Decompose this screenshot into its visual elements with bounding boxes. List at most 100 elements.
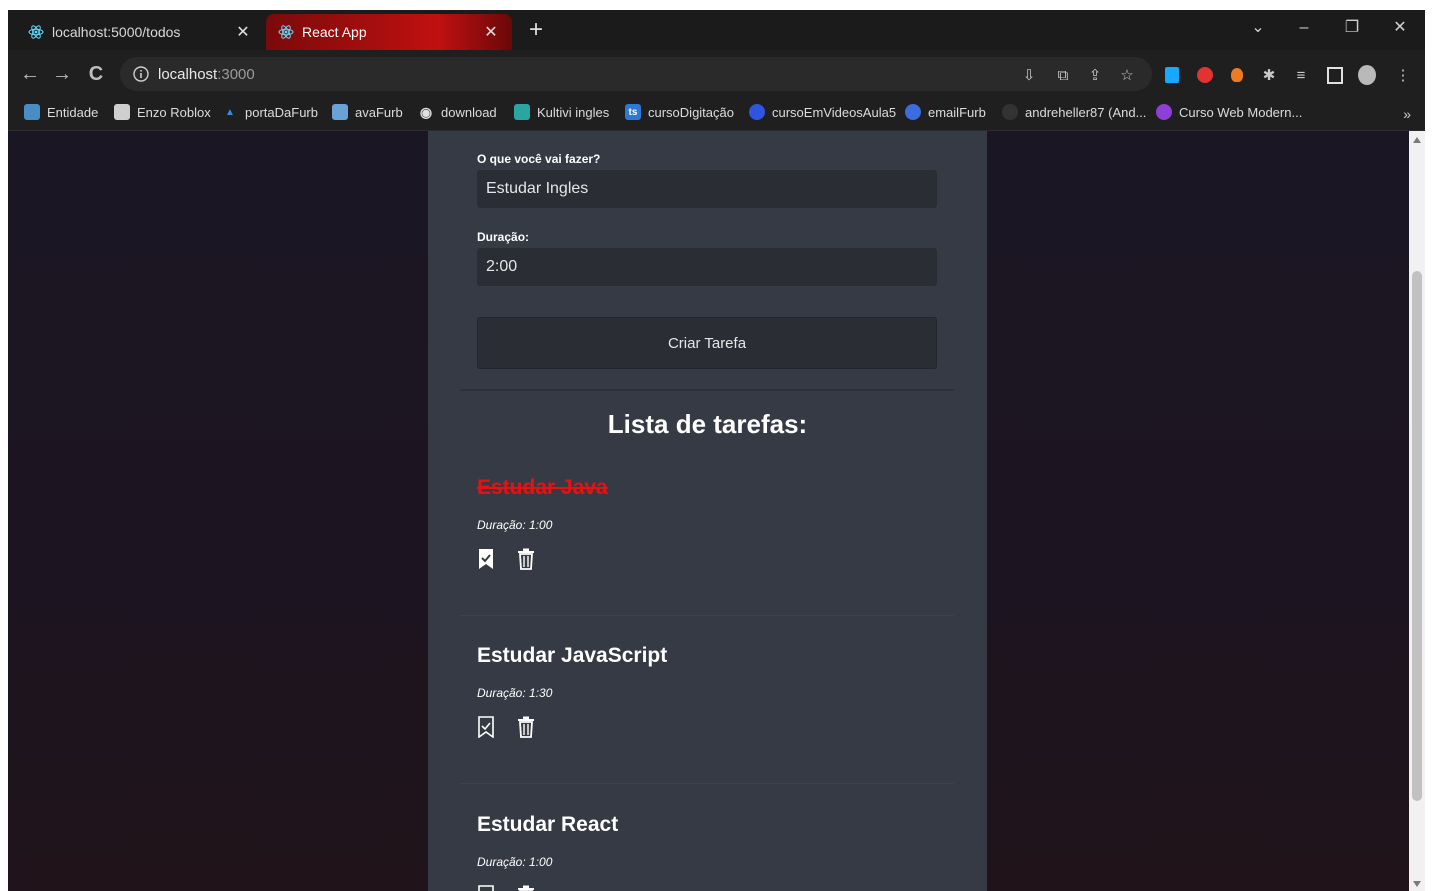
email-icon xyxy=(905,104,921,120)
bookmark-kultivi[interactable]: Kultivi ingles xyxy=(514,104,609,120)
todo-title: Estudar React xyxy=(477,813,619,836)
todo-app-panel: O que você vai fazer? Duração: Criar Tar… xyxy=(428,131,987,891)
browser-window: localhost:5000/todos ✕ React App ✕ + ⌄ –… xyxy=(8,10,1425,891)
todo-actions xyxy=(477,716,947,740)
tab-strip: localhost:5000/todos ✕ React App ✕ + ⌄ –… xyxy=(8,10,1425,50)
todo-actions xyxy=(477,548,947,572)
todo-duration: Duração: 1:30 xyxy=(477,686,553,700)
extension-doc-icon[interactable] xyxy=(1163,66,1181,84)
vertical-scrollbar[interactable] xyxy=(1409,131,1425,891)
star-icon[interactable]: ☆ xyxy=(1118,66,1136,84)
more-bookmarks-button[interactable]: » xyxy=(1403,106,1411,122)
bookmark-icon xyxy=(24,104,40,120)
tab-title: React App xyxy=(302,24,367,40)
share-icon[interactable]: ⇪ xyxy=(1086,66,1104,84)
title-input[interactable] xyxy=(477,170,937,208)
site-info-icon[interactable] xyxy=(132,65,150,83)
close-icon[interactable]: ✕ xyxy=(234,22,252,42)
bookmark-curso-web[interactable]: Curso Web Modern... xyxy=(1156,104,1302,120)
bookmark-cursodigitacao[interactable]: ts cursoDigitação xyxy=(625,104,734,120)
bookmark-label: avaFurb xyxy=(355,104,403,120)
github-icon xyxy=(1002,104,1018,120)
item-separator xyxy=(460,783,954,784)
list-item: Estudar JavaScript Duração: 1:30 xyxy=(477,644,947,740)
bookmark-label: Entidade xyxy=(47,104,99,120)
menu-icon[interactable]: ⋮ xyxy=(1394,66,1412,84)
bookmark-check-filled-icon[interactable] xyxy=(477,548,499,572)
bookmark-label: andreheller87 (And... xyxy=(1025,104,1147,120)
scrollbar-thumb[interactable] xyxy=(1412,271,1422,801)
title-field-label: O que você vai fazer? xyxy=(477,152,601,166)
roblox-icon xyxy=(114,104,130,120)
ts-icon: ts xyxy=(625,104,641,120)
bookmark-check-icon[interactable] xyxy=(477,716,499,740)
tab-search-icon[interactable]: ⌄ xyxy=(1238,16,1278,40)
react-icon xyxy=(278,24,294,40)
bookmark-label: Kultivi ingles xyxy=(537,104,610,120)
react-icon xyxy=(28,24,44,40)
bookmark-label: cursoDigitação xyxy=(648,104,734,120)
restore-button[interactable]: ❐ xyxy=(1332,16,1372,40)
course-icon xyxy=(1156,104,1172,120)
scroll-down-arrow-icon[interactable] xyxy=(1413,881,1421,887)
todo-actions xyxy=(477,885,947,891)
tab-localhost-5000[interactable]: localhost:5000/todos ✕ xyxy=(16,14,264,50)
translate-icon[interactable]: ⧉ xyxy=(1054,66,1072,84)
list-heading: Lista de tarefas: xyxy=(607,409,808,439)
bookmark-label: portaDaFurb xyxy=(245,104,318,120)
bookmark-check-icon[interactable] xyxy=(477,885,499,891)
item-separator xyxy=(460,615,954,616)
profile-avatar[interactable] xyxy=(1358,65,1376,85)
ava-icon xyxy=(332,104,348,120)
reload-icon[interactable]: C xyxy=(84,62,108,86)
bookmark-enzo-roblox[interactable]: Enzo Roblox xyxy=(114,104,211,120)
back-icon[interactable]: ← xyxy=(18,62,42,86)
bookmark-label: emailFurb xyxy=(928,104,986,120)
tab-react-app[interactable]: React App ✕ xyxy=(266,14,512,50)
install-icon[interactable]: ⇩ xyxy=(1020,66,1038,84)
duration-input[interactable] xyxy=(477,248,937,286)
trash-icon[interactable] xyxy=(517,716,539,740)
bookmark-label: download xyxy=(441,104,497,120)
forward-icon[interactable]: → xyxy=(50,62,74,86)
browser-toolbar: ← → C localhost:3000 ⇩ ⧉ ⇪ ☆ ✱ ≡ ⋮ xyxy=(8,50,1425,98)
trash-icon[interactable] xyxy=(517,885,539,891)
furb-icon: ▲ xyxy=(225,106,235,118)
duration-field-label: Duração: xyxy=(477,230,530,244)
close-window-button[interactable]: ✕ xyxy=(1380,16,1420,40)
address-bar[interactable]: localhost:3000 xyxy=(120,57,1152,91)
globe-icon: ◉ xyxy=(419,103,433,120)
list-item: Estudar React Duração: 1:00 xyxy=(477,813,947,891)
todo-title: Estudar Java xyxy=(477,476,608,499)
divider xyxy=(460,389,954,391)
bookmark-portadafurb[interactable]: ▲ portaDaFurb xyxy=(222,104,318,120)
tab-title: localhost:5000/todos xyxy=(52,24,181,40)
close-icon[interactable]: ✕ xyxy=(482,22,500,42)
todo-duration: Duração: 1:00 xyxy=(477,855,553,869)
reading-list-icon[interactable]: ≡ xyxy=(1292,66,1310,84)
extensions-puzzle-icon[interactable]: ✱ xyxy=(1260,66,1278,84)
url-port: :3000 xyxy=(217,65,255,83)
trash-icon[interactable] xyxy=(517,548,539,572)
video-icon xyxy=(749,104,765,120)
bookmark-download[interactable]: ◉ download xyxy=(418,104,497,120)
new-tab-button[interactable]: + xyxy=(522,16,550,44)
scroll-up-arrow-icon[interactable] xyxy=(1413,137,1421,143)
bookmark-emailfurb[interactable]: emailFurb xyxy=(905,104,986,120)
bookmark-label: Enzo Roblox xyxy=(137,104,211,120)
bookmarks-bar: Entidade Enzo Roblox ▲ portaDaFurb avaFur… xyxy=(8,98,1425,131)
extension-flame-icon[interactable] xyxy=(1228,66,1246,84)
bookmark-entidade[interactable]: Entidade xyxy=(24,104,98,120)
kultivi-icon xyxy=(514,104,530,120)
url-host: localhost xyxy=(158,65,218,83)
create-task-button[interactable]: Criar Tarefa xyxy=(477,317,937,369)
adblock-icon[interactable] xyxy=(1196,66,1214,84)
bookmark-github[interactable]: andreheller87 (And... xyxy=(1002,104,1146,120)
minimize-button[interactable]: – xyxy=(1284,16,1324,40)
todo-title: Estudar JavaScript xyxy=(477,644,668,667)
bookmark-cursoemvideos[interactable]: cursoEmVideosAula5 xyxy=(749,104,896,120)
bookmark-avafurb[interactable]: avaFurb xyxy=(332,104,403,120)
todo-duration: Duração: 1:00 xyxy=(477,518,553,532)
list-item: Estudar Java Duração: 1:00 xyxy=(477,476,947,572)
side-panel-icon[interactable] xyxy=(1326,66,1344,84)
